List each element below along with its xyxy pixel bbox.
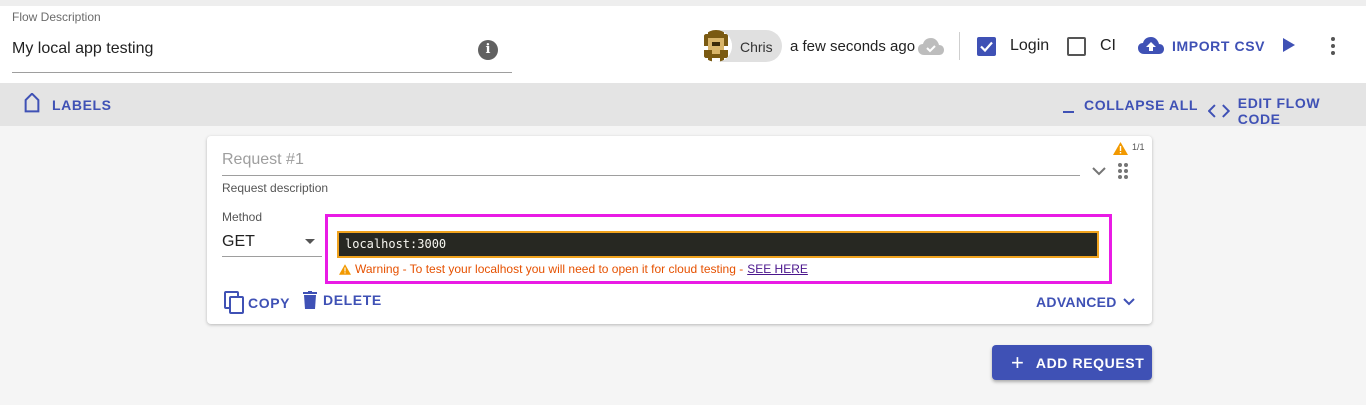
method-select[interactable]: GET <box>222 233 255 251</box>
collapse-icon <box>1063 111 1074 113</box>
add-request-button[interactable]: + ADD REQUEST <box>992 345 1152 380</box>
copy-button[interactable]: COPY <box>224 291 290 315</box>
request-description-input[interactable]: Request description <box>222 181 328 195</box>
delete-button[interactable]: DELETE <box>303 291 382 309</box>
warning-icon <box>339 263 351 275</box>
user-chip[interactable]: Chris <box>700 30 782 62</box>
advanced-label: ADVANCED <box>1036 294 1117 310</box>
flow-description-label: Flow Description <box>12 10 101 24</box>
url-input[interactable]: localhost:3000 <box>337 231 1099 258</box>
method-label: Method <box>222 210 263 224</box>
copy-icon <box>224 291 244 314</box>
labels-button[interactable]: LABELS <box>20 93 112 117</box>
warning-count: 1/1 <box>1132 142 1145 152</box>
import-csv-button[interactable]: IMPORT CSV <box>1138 33 1265 59</box>
ci-checkbox[interactable] <box>1067 37 1086 56</box>
advanced-button[interactable]: ADVANCED <box>1036 294 1135 310</box>
edit-flow-code-label: EDIT FLOW CODE <box>1237 95 1321 127</box>
info-icon[interactable]: i <box>478 40 498 60</box>
method-underline <box>222 256 322 257</box>
avatar <box>700 30 732 62</box>
add-request-label: ADD REQUEST <box>1035 354 1145 371</box>
plus-icon: + <box>1011 349 1024 375</box>
cloud-done-icon <box>918 38 944 61</box>
collapse-all-label: COLLAPSE ALL <box>1084 97 1199 113</box>
edit-flow-code-button[interactable]: EDIT FLOW CODE <box>1208 95 1366 127</box>
labels-label: LABELS <box>52 97 112 113</box>
chevron-down-icon <box>1122 298 1135 306</box>
more-vert-icon[interactable] <box>1330 36 1336 61</box>
top-border <box>0 0 1366 6</box>
flow-description-input[interactable]: My local app testing <box>12 40 153 58</box>
ci-label: CI <box>1100 37 1116 54</box>
delete-label: DELETE <box>323 292 382 308</box>
cloud-upload-icon <box>1138 37 1164 54</box>
header-divider <box>959 32 960 60</box>
request-title-input[interactable]: Request #1 <box>222 151 304 169</box>
collapse-all-button[interactable]: COLLAPSE ALL <box>1062 95 1198 115</box>
user-name: Chris <box>740 39 773 55</box>
method-dropdown-arrow[interactable] <box>305 239 315 244</box>
delete-icon <box>303 291 317 309</box>
drag-handle-icon[interactable] <box>1117 162 1129 185</box>
warning-icon <box>1113 142 1128 160</box>
chevron-down-icon[interactable] <box>1091 164 1107 182</box>
request-title-underline <box>222 175 1080 176</box>
warning-text: Warning - To test your localhost you wil… <box>355 262 744 276</box>
localhost-warning: Warning - To test your localhost you wil… <box>339 262 808 276</box>
flow-description-underline <box>12 72 512 73</box>
flow-toolbar: LABELS COLLAPSE ALL EDIT FLOW CODE <box>0 83 1366 127</box>
code-icon <box>1208 104 1230 118</box>
play-icon[interactable] <box>1282 37 1296 58</box>
copy-label: COPY <box>248 295 291 311</box>
login-checkbox[interactable] <box>977 37 996 56</box>
import-csv-label: IMPORT CSV <box>1172 38 1266 54</box>
flow-header: Flow Description My local app testing i … <box>0 0 1366 83</box>
last-saved-text: a few seconds ago <box>790 38 916 55</box>
request-card: Request #1 Request description 1/1 Metho… <box>207 136 1152 324</box>
label-icon <box>24 93 40 113</box>
login-label: Login <box>1010 37 1050 54</box>
see-here-link[interactable]: SEE HERE <box>747 262 808 276</box>
